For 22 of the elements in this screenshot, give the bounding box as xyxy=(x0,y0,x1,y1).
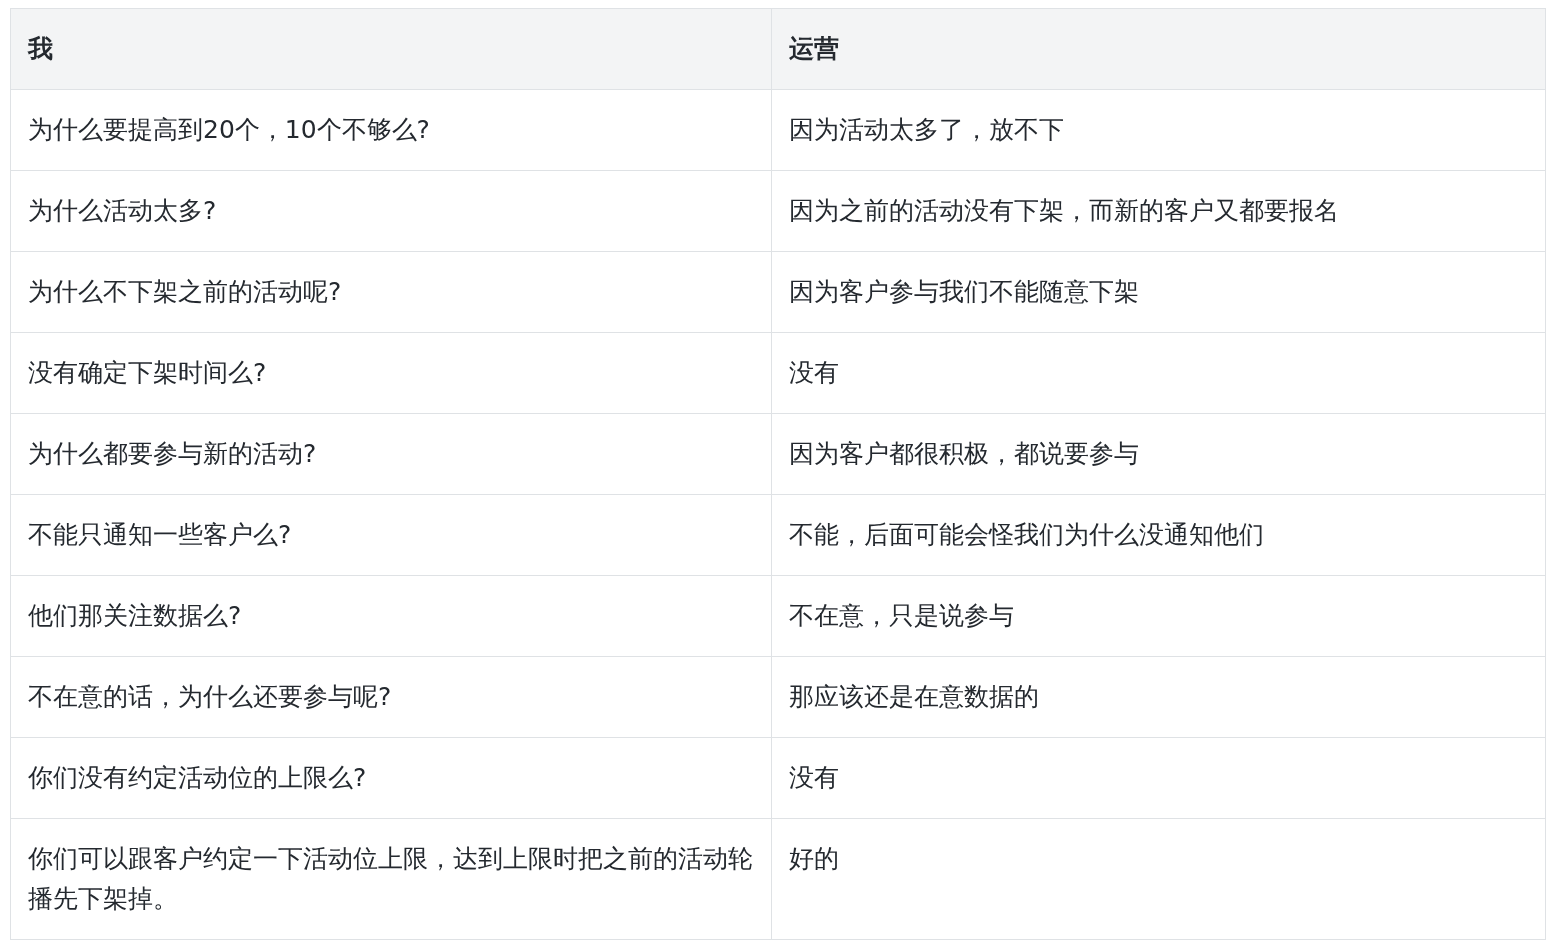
table-cell: 你们可以跟客户约定一下活动位上限，达到上限时把之前的活动轮播先下架掉。 xyxy=(10,818,772,940)
table-cell: 没有 xyxy=(771,332,1546,414)
table-cell: 不在意，只是说参与 xyxy=(771,575,1546,657)
table-cell: 因为之前的活动没有下架，而新的客户又都要报名 xyxy=(771,170,1546,252)
table-cell: 好的 xyxy=(771,818,1546,940)
table-cell: 因为客户都很积极，都说要参与 xyxy=(771,413,1546,495)
table-cell: 为什么活动太多? xyxy=(10,170,772,252)
table-cell: 因为活动太多了，放不下 xyxy=(771,89,1546,171)
table-cell: 没有确定下架时间么? xyxy=(10,332,772,414)
table-cell: 那应该还是在意数据的 xyxy=(771,656,1546,738)
table-cell: 不能只通知一些客户么? xyxy=(10,494,772,576)
column-header: 运营 xyxy=(771,8,1546,90)
table-cell: 为什么都要参与新的活动? xyxy=(10,413,772,495)
table-cell: 为什么要提高到20个，10个不够么? xyxy=(10,89,772,171)
table-cell: 不能，后面可能会怪我们为什么没通知他们 xyxy=(771,494,1546,576)
table-cell: 为什么不下架之前的活动呢? xyxy=(10,251,772,333)
table-cell: 你们没有约定活动位的上限么? xyxy=(10,737,772,819)
column-header: 我 xyxy=(10,8,772,90)
table-cell: 不在意的话，为什么还要参与呢? xyxy=(10,656,772,738)
table-cell: 没有 xyxy=(771,737,1546,819)
table-cell: 因为客户参与我们不能随意下架 xyxy=(771,251,1546,333)
table-cell: 他们那关注数据么? xyxy=(10,575,772,657)
